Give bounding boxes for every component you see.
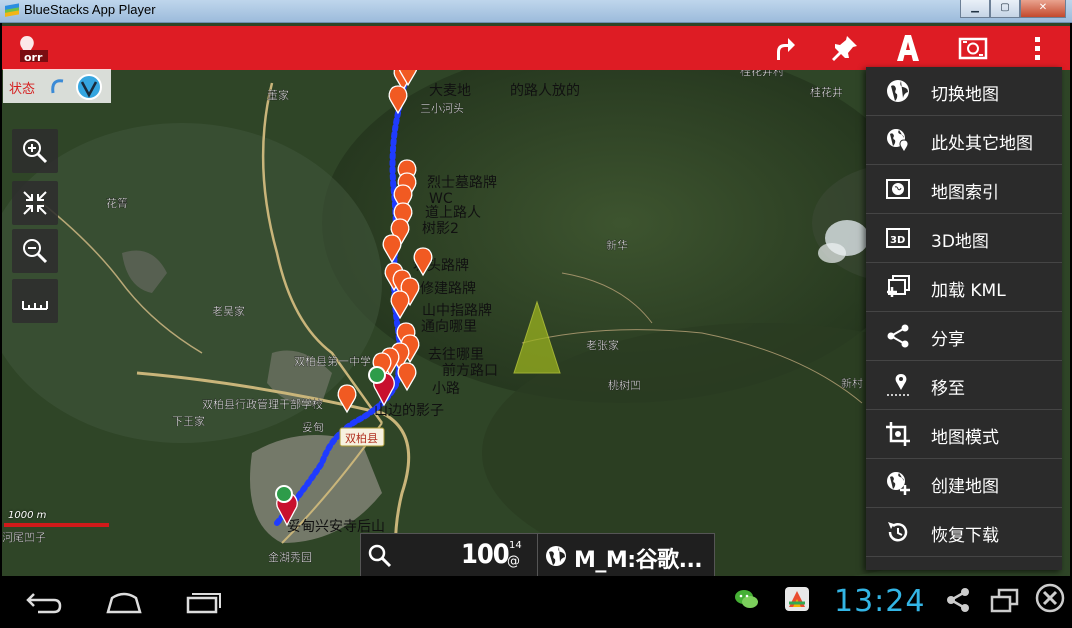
wechat-icon[interactable]	[734, 586, 760, 612]
close-icon[interactable]	[1034, 582, 1066, 614]
track-label: 烈士墓路牌	[427, 174, 497, 191]
menu-item-map-mode[interactable]: 地图模式	[866, 410, 1062, 459]
zoom-out-icon	[23, 239, 48, 264]
scale-label: 1000 m	[8, 510, 47, 521]
menu-item-map-index[interactable]: 地图索引	[866, 165, 1062, 214]
clock: 13:24	[834, 584, 926, 619]
back-icon[interactable]	[24, 586, 64, 616]
move-to-icon	[887, 374, 909, 396]
status-panel[interactable]: 状态	[3, 69, 111, 103]
recent-apps-icon[interactable]	[184, 586, 224, 616]
3d-map-icon: 3D	[886, 228, 910, 248]
android-navbar: 13:24	[2, 576, 1070, 628]
search-icon[interactable]	[367, 543, 393, 569]
menu-item-switch-map[interactable]: 切换地图	[866, 67, 1062, 116]
overflow-menu-icon[interactable]	[1022, 32, 1054, 64]
track-label: 大麦地	[429, 83, 471, 99]
track-label: 去往哪里	[428, 347, 484, 363]
map-label: 花箐	[106, 197, 128, 210]
route-icon[interactable]	[768, 32, 800, 64]
zoom-in-icon	[23, 139, 48, 164]
ruler-icon	[22, 301, 48, 310]
home-icon[interactable]	[104, 586, 144, 616]
restore-download-icon	[888, 522, 908, 542]
scale-bar	[4, 523, 109, 527]
window-title: BlueStacks App Player	[24, 2, 156, 17]
search-zoom-panel[interactable]: 100 14 @	[360, 533, 538, 579]
map-layer-icon[interactable]	[957, 32, 989, 64]
android-screen: 董家 桂花井村 桂花井 花箐 老吴家 双柏县第一中学 新华 老张家 桃树凹 新村…	[2, 23, 1070, 628]
menu-item-restore-download[interactable]: 恢复下载	[866, 508, 1062, 557]
map-label: 桃树凹	[608, 378, 641, 392]
menu-item-load-kml[interactable]: 加载 KML	[866, 263, 1062, 312]
county-label: 双柏县	[345, 431, 378, 445]
minimize-button[interactable]: ▁	[960, 0, 990, 18]
track-label: 修建路牌	[420, 280, 476, 297]
map-label: 金湖秀园	[268, 550, 312, 564]
fit-bounds-icon	[23, 191, 47, 215]
compass-icon[interactable]	[49, 73, 107, 101]
menu-item-share[interactable]: 分享	[866, 312, 1062, 361]
globe-icon	[546, 546, 566, 566]
map-label: 董家	[267, 88, 289, 102]
load-kml-icon	[887, 275, 910, 297]
zoom-superscript: 14	[509, 540, 522, 551]
map-label: 新村	[841, 376, 863, 390]
close-window-button[interactable]: ✕	[1020, 0, 1066, 18]
app-logo-text: orr	[24, 51, 43, 64]
track-label: 前方路口	[442, 362, 498, 379]
overflow-menu: 切换地图 此处其它地图 地图索引 3D 3D地图 加载 KML 分享 移至 地图…	[866, 67, 1062, 570]
menu-item-create-map[interactable]: 创建地图	[866, 459, 1062, 508]
map-label: 妥甸	[302, 421, 324, 434]
zoom-in-button[interactable]	[12, 129, 58, 173]
fit-bounds-button[interactable]	[12, 181, 58, 225]
track-label: 通向哪里	[421, 319, 477, 335]
window-icon[interactable]	[990, 586, 1020, 614]
globe-icon	[887, 80, 909, 102]
app-toolbar: orr	[2, 26, 1070, 70]
zoom-level: 100	[461, 539, 510, 570]
globe-pin-icon	[887, 129, 909, 153]
map-source-panel[interactable]: M_M:谷歌...	[537, 533, 715, 579]
map-label: 河尾凹子	[2, 531, 46, 544]
zoom-suffix: @	[507, 554, 520, 569]
map-label: 老张家	[586, 338, 619, 352]
text-style-icon[interactable]	[892, 32, 924, 64]
app-logo-icon[interactable]: orr	[16, 34, 50, 64]
crop-icon	[886, 422, 910, 446]
menu-item-other-maps-here[interactable]: 此处其它地图	[866, 116, 1062, 165]
map-label: 新华	[606, 238, 628, 252]
share-icon[interactable]	[944, 586, 972, 614]
menu-item-3d-map[interactable]: 3D 3D地图	[866, 214, 1062, 263]
map-label: 老吴家	[212, 304, 245, 318]
maximize-button[interactable]: ▢	[990, 0, 1020, 18]
map-label: 三小河头	[420, 102, 464, 115]
zoom-out-button[interactable]	[12, 229, 58, 273]
create-map-icon	[887, 472, 910, 495]
map-index-icon	[886, 179, 910, 199]
svg-text:3D: 3D	[890, 235, 905, 246]
window-titlebar: BlueStacks App Player ▁ ▢ ✕	[0, 0, 1072, 23]
track-label: 道上路人	[425, 205, 481, 221]
map-label: 桂花井	[810, 85, 843, 99]
bluestacks-logo-icon	[5, 3, 19, 17]
map-label: 双柏县第一中学	[294, 354, 371, 368]
status-label: 状态	[9, 82, 36, 97]
track-label: 小路	[432, 381, 460, 397]
menu-item-move-to[interactable]: 移至	[866, 361, 1062, 410]
pin-icon[interactable]	[829, 32, 861, 64]
track-label: 山中指路牌	[422, 302, 492, 319]
map-label: 双柏县行政管理干部学校	[202, 397, 323, 411]
map-label: 下王家	[172, 414, 205, 428]
track-label: 的路人放的	[510, 83, 580, 99]
app-store-icon[interactable]	[784, 586, 810, 612]
ruler-button[interactable]	[12, 279, 58, 323]
track-label: 树影2	[422, 221, 459, 237]
map-source-label: M_M:谷歌...	[574, 548, 703, 573]
share-icon	[887, 324, 909, 348]
